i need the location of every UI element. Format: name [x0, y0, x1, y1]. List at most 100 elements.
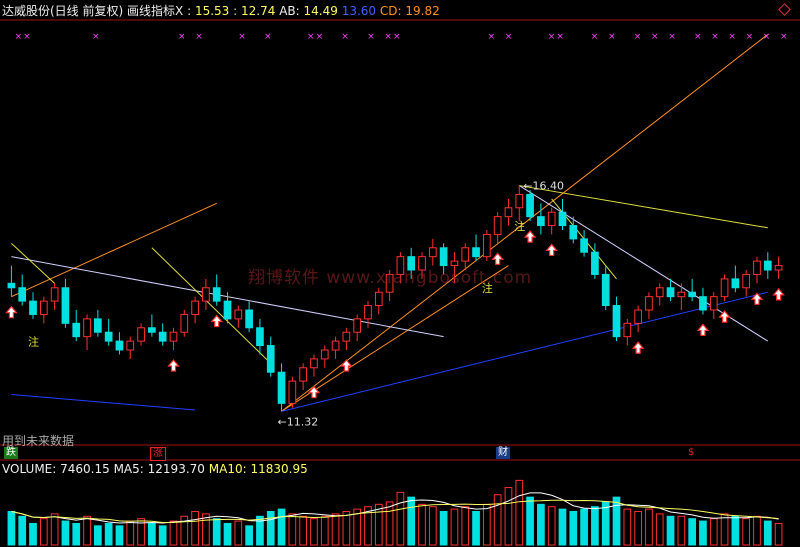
candle-up: [191, 300, 199, 315]
candle-down: [591, 251, 599, 275]
volume-bar: [645, 508, 653, 546]
x-marker: ×: [238, 32, 246, 42]
buy-arrow-icon: [523, 230, 537, 243]
volume-bar: [7, 511, 16, 546]
volume-bar: [396, 491, 405, 546]
volume-bar: [223, 522, 232, 546]
volume-bar: [472, 511, 480, 546]
volume-bar: [83, 515, 91, 546]
volume-bar: [148, 522, 156, 546]
candle-up: [774, 265, 783, 271]
volume-bar: [385, 501, 394, 546]
buy-arrow-icon: [167, 359, 180, 372]
buy-arrow-icon: [210, 314, 223, 328]
candle-down: [115, 340, 124, 351]
ab-value: 14.49: [303, 4, 338, 18]
trend-line-4: [518, 185, 769, 342]
volume-bar: [277, 508, 286, 546]
volume-bar: [526, 496, 534, 546]
volume-bar: [731, 515, 740, 546]
drawing-lines: [11, 34, 769, 412]
candle-down: [569, 225, 578, 240]
x-marker: ×: [634, 32, 642, 42]
x-marker: ×: [763, 32, 771, 42]
candle-up: [645, 296, 653, 311]
signal-marks: × × × × × × × × × × × × × × × × × × × × × × × × × × × ×←16.40←11.32…: [5, 32, 788, 428]
volume-bar: [331, 513, 340, 546]
volume-label: VOLUME:: [2, 462, 57, 476]
candle-down: [7, 282, 16, 289]
candle-up: [353, 318, 362, 333]
volume-bar: [709, 518, 718, 546]
volume-bar: [699, 520, 707, 546]
volume-bar: [407, 496, 416, 546]
event-tag-finance[interactable]: 财: [496, 447, 510, 459]
x-marker: ×: [178, 32, 186, 42]
candle-down: [763, 260, 772, 271]
volume-bar: [515, 479, 524, 546]
candle-up: [753, 260, 761, 275]
candle-up: [299, 367, 308, 382]
volume-header: VOLUME: 7460.15 MA5: 12193.70 MA10: 1183…: [2, 462, 308, 476]
candle-down: [245, 309, 253, 329]
volume-bar: [591, 506, 599, 546]
volume-bar: [212, 518, 221, 546]
candle-up: [39, 300, 48, 315]
volume-bar: [428, 506, 437, 546]
candle-up: [547, 211, 556, 227]
candlestick-series: [7, 185, 783, 412]
x-marker: ×: [341, 32, 349, 42]
volume-bar: [342, 511, 351, 546]
event-tag-up[interactable]: 涨: [150, 447, 166, 461]
candle-down: [537, 216, 545, 227]
volume-bar: [374, 503, 383, 546]
x-marker: ×: [384, 32, 392, 42]
volume-bar: [288, 513, 297, 546]
volume-bar: [72, 522, 81, 546]
x-marker: ×: [195, 32, 203, 42]
volume-bar: [93, 525, 102, 546]
x-marker: ×: [316, 32, 324, 42]
candle-up: [515, 193, 524, 209]
trend-line-6: [281, 291, 768, 412]
volume-bar: [601, 501, 610, 546]
panel-borders: [0, 19, 800, 461]
candle-down: [699, 296, 707, 311]
volume-bar: [158, 525, 167, 546]
x-marker: ×: [393, 32, 401, 42]
volume-bar: [39, 518, 48, 546]
candle-down: [158, 331, 167, 342]
x-marker: ×: [92, 32, 100, 42]
volume-bar: [774, 522, 783, 546]
candle-up: [50, 287, 59, 302]
x-marker: ×: [694, 32, 702, 42]
event-tag-dollar[interactable]: $: [686, 447, 696, 459]
volume-bar: [612, 496, 621, 546]
volume-bar: [580, 508, 588, 546]
candle-up: [310, 358, 318, 369]
volume-bar: [169, 520, 178, 546]
volume-bar: [50, 513, 59, 546]
volume-bar: [61, 520, 70, 546]
cd-value: 19.82: [405, 4, 440, 18]
candle-up: [364, 305, 372, 320]
candle-down: [18, 287, 27, 302]
x-marker: ×: [608, 32, 616, 42]
candle-up: [374, 291, 383, 307]
volume-bar: [677, 515, 686, 546]
ma10-value: 11830.95: [250, 462, 308, 476]
x-marker: ×: [548, 32, 556, 42]
indicator-name: 画线指标X: [127, 4, 184, 18]
candle-down: [29, 300, 37, 315]
candle-down: [61, 287, 70, 324]
event-tag-down[interactable]: 跌: [4, 447, 18, 459]
volume-bar: [418, 503, 426, 546]
candle-up: [504, 207, 513, 218]
volume-bar: [504, 487, 513, 546]
candle-up: [320, 349, 329, 360]
buy-arrow-icon: [545, 243, 558, 257]
candle-down: [277, 371, 286, 404]
volume-bar: [439, 511, 448, 546]
chart-header: 达威股份(日线 前复权) 画线指标X : 15.53 : 12.74 AB: 1…: [2, 4, 440, 18]
candle-up: [482, 233, 491, 258]
